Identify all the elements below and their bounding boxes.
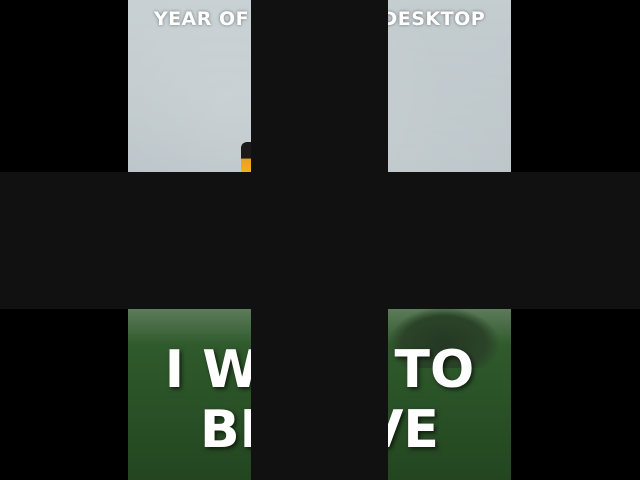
redaction-bar-vertical	[251, 0, 388, 480]
